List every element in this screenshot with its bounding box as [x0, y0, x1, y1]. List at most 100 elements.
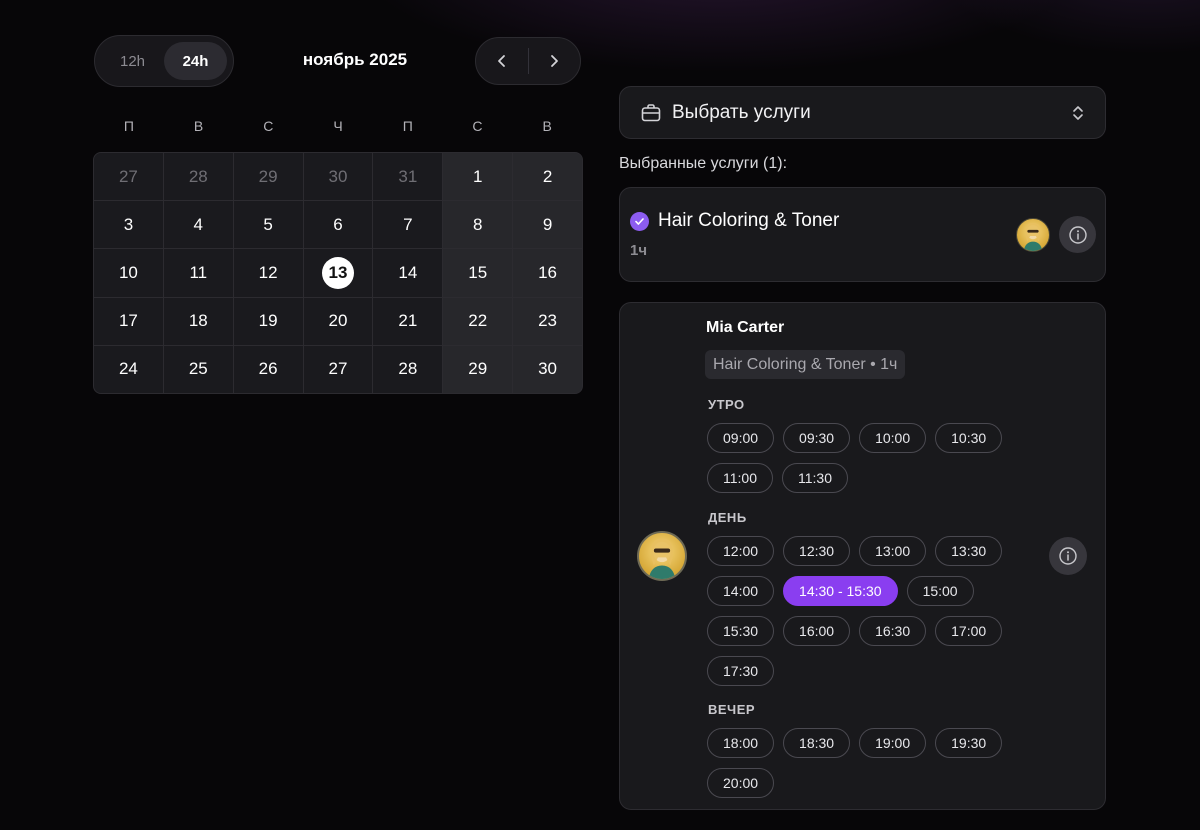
time-format-toggle: 12h 24h [94, 35, 234, 87]
calendar-day[interactable]: 23 [513, 297, 582, 345]
slot-group-day: 12:00 12:30 13:00 13:30 14:00 14:30 - 15:30 15… [707, 536, 1027, 686]
weekday-label: Ч [333, 118, 343, 134]
service-info-button[interactable] [1059, 216, 1096, 253]
calendar-day[interactable]: 17 [94, 297, 163, 345]
time-slot[interactable]: 19:00 [859, 728, 927, 758]
format-12h-button[interactable]: 12h [101, 42, 164, 80]
calendar-day[interactable]: 10 [94, 249, 163, 297]
time-slot[interactable]: 12:30 [783, 536, 851, 566]
calendar-day[interactable]: 3 [94, 201, 163, 249]
time-slot[interactable]: 15:00 [906, 576, 974, 606]
calendar-day[interactable]: 25 [163, 345, 233, 393]
calendar-day[interactable]: 5 [233, 201, 303, 249]
calendar-day[interactable]: 4 [163, 201, 233, 249]
time-slot[interactable]: 09:00 [707, 423, 775, 453]
format-24h-button[interactable]: 24h [164, 42, 227, 80]
calendar-day[interactable]: 29 [233, 153, 303, 201]
calendar-day[interactable]: 28 [373, 345, 443, 393]
calendar-day[interactable]: 20 [303, 297, 373, 345]
time-slot[interactable]: 11:30 [782, 463, 848, 493]
month-nav [475, 37, 581, 85]
calendar-day[interactable]: 13 [303, 249, 373, 297]
weekday-label: С [263, 118, 274, 134]
time-slot[interactable]: 10:00 [859, 423, 927, 453]
master-card: Mia Carter Hair Coloring & Toner • 1ч УТ… [619, 302, 1106, 810]
calendar-day[interactable]: 9 [513, 201, 582, 249]
next-month-button[interactable] [529, 38, 581, 84]
calendar-day[interactable]: 11 [163, 249, 233, 297]
time-slot[interactable]: 13:00 [859, 536, 927, 566]
check-icon [630, 212, 649, 231]
weekday-label: С [472, 118, 483, 134]
period-label-day: ДЕНЬ [708, 510, 747, 525]
calendar-day[interactable]: 8 [443, 201, 513, 249]
calendar-day[interactable]: 28 [163, 153, 233, 201]
time-slot[interactable]: 16:30 [859, 616, 927, 646]
time-slot[interactable]: 19:30 [935, 728, 1003, 758]
selected-service-card: Hair Coloring & Toner 1ч [619, 187, 1106, 282]
time-slot[interactable]: 18:00 [707, 728, 775, 758]
weekday-label: В [542, 118, 552, 134]
calendar-day[interactable]: 21 [373, 297, 443, 345]
time-slot[interactable]: 17:00 [935, 616, 1003, 646]
time-slot[interactable]: 16:00 [783, 616, 851, 646]
person-icon [648, 538, 676, 579]
period-label-morning: УТРО [708, 397, 745, 412]
weekday-label: П [123, 118, 134, 134]
service-duration: 1ч [630, 242, 648, 259]
time-slot[interactable]: 14:30 - 15:30 [783, 576, 898, 606]
weekday-header: П В С Ч П С В [94, 118, 582, 134]
calendar-day[interactable]: 15 [443, 249, 513, 297]
person-icon [1023, 222, 1043, 251]
calendar-day[interactable]: 18 [163, 297, 233, 345]
slot-group-evening: 18:00 18:30 19:00 19:30 20:00 [707, 728, 1027, 798]
master-avatar [637, 531, 687, 581]
info-icon [1059, 547, 1077, 565]
time-slot[interactable]: 18:30 [783, 728, 851, 758]
service-name: Hair Coloring & Toner [658, 210, 840, 231]
calendar-day[interactable]: 30 [513, 345, 582, 393]
calendar-day[interactable]: 6 [303, 201, 373, 249]
chevron-right-icon [551, 55, 559, 67]
weekday-label: П [402, 118, 413, 134]
time-slot[interactable]: 14:00 [707, 576, 775, 606]
selected-services-heading: Выбранные услуги (1): [619, 155, 788, 172]
calendar-day[interactable]: 1 [443, 153, 513, 201]
service-select-label: Выбрать услуги [672, 101, 811, 123]
service-select[interactable]: Выбрать услуги [619, 86, 1106, 139]
calendar-day[interactable]: 26 [233, 345, 303, 393]
slot-group-morning: 09:00 09:30 10:00 10:30 11:00 11:30 [707, 423, 1027, 493]
time-slot[interactable]: 17:30 [707, 656, 775, 686]
calendar-day[interactable]: 30 [303, 153, 373, 201]
time-slot[interactable]: 20:00 [707, 768, 775, 798]
avatar [1016, 218, 1050, 252]
chevron-up-down-icon [1071, 104, 1085, 122]
time-slot[interactable]: 09:30 [783, 423, 851, 453]
info-icon [1068, 225, 1087, 244]
calendar-day[interactable]: 14 [373, 249, 443, 297]
time-slot[interactable]: 15:30 [707, 616, 775, 646]
calendar-day[interactable]: 16 [513, 249, 582, 297]
calendar-day[interactable]: 31 [373, 153, 443, 201]
time-slot[interactable]: 13:30 [935, 536, 1003, 566]
time-slot[interactable]: 11:00 [707, 463, 773, 493]
calendar-day[interactable]: 24 [94, 345, 163, 393]
weekday-label: В [193, 118, 204, 134]
master-info-button[interactable] [1049, 537, 1087, 575]
master-service-tag: Hair Coloring & Toner • 1ч [705, 350, 906, 379]
calendar-day[interactable]: 12 [233, 249, 303, 297]
month-title: ноябрь 2025 [302, 50, 408, 69]
today-marker: 13 [321, 256, 354, 289]
calendar-day[interactable]: 29 [443, 345, 513, 393]
prev-month-button[interactable] [476, 38, 528, 84]
period-label-evening: ВЕЧЕР [708, 702, 756, 717]
briefcase-icon [640, 102, 662, 124]
time-slot[interactable]: 10:30 [935, 423, 1003, 453]
calendar-day[interactable]: 7 [373, 201, 443, 249]
calendar-day[interactable]: 27 [94, 153, 163, 201]
time-slot[interactable]: 12:00 [707, 536, 775, 566]
calendar-day[interactable]: 27 [303, 345, 373, 393]
calendar-day[interactable]: 22 [443, 297, 513, 345]
calendar-day[interactable]: 19 [233, 297, 303, 345]
calendar-day[interactable]: 2 [513, 153, 582, 201]
